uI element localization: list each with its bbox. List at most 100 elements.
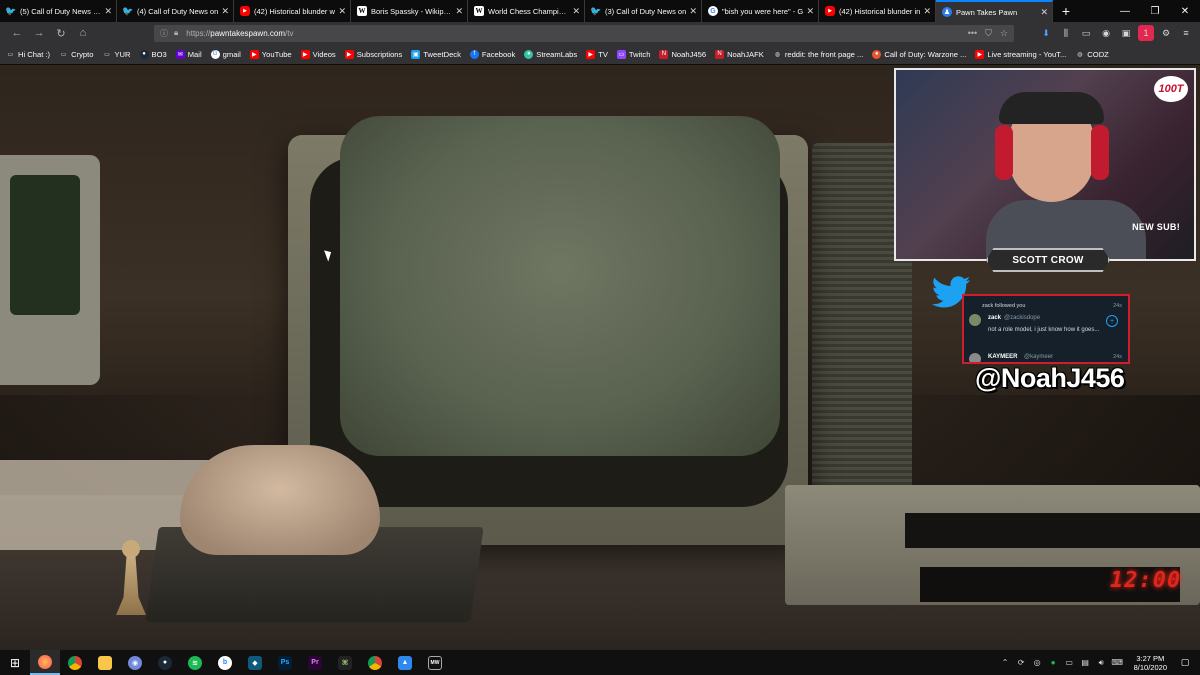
- bookmark-videos[interactable]: ▶ Videos: [300, 49, 336, 59]
- pocket-icon[interactable]: ⛉: [985, 28, 992, 39]
- bookmark-tweetdeck[interactable]: ▣ TweetDeck: [411, 49, 461, 59]
- tv-screen[interactable]: [340, 116, 780, 456]
- chevron-up-icon[interactable]: ⌃: [1000, 657, 1011, 668]
- bookmark-tv[interactable]: ▶ TV: [586, 49, 608, 59]
- tab-world-chess-champions[interactable]: W World Chess Champions ✕: [468, 0, 585, 22]
- globe-icon: ◍: [774, 51, 780, 58]
- minimize-icon[interactable]: —: [1110, 0, 1140, 22]
- folder-icon: ▭: [104, 51, 110, 58]
- bookmark-noahj456[interactable]: N NoahJ456: [659, 49, 706, 59]
- info-icon[interactable]: ⓘ: [160, 28, 168, 39]
- close-icon[interactable]: ✕: [338, 6, 346, 17]
- tab-title: (4) Call of Duty News on: [137, 6, 219, 16]
- extension-icon[interactable]: ▣: [1118, 25, 1134, 41]
- twitch-icon: ▭: [616, 49, 626, 59]
- extension-badge-icon[interactable]: 1: [1138, 25, 1154, 41]
- taskbar-chrome[interactable]: [60, 650, 90, 675]
- taskbar-discord[interactable]: ◉: [120, 650, 150, 675]
- bookmark-yur[interactable]: ▭ YUR: [102, 50, 130, 59]
- bookmark-live-streaming[interactable]: ▶ Live streaming - YouT...: [975, 49, 1066, 59]
- bookmark-mail[interactable]: ✉ Mail: [175, 49, 202, 59]
- new-tab-button[interactable]: +: [1053, 0, 1079, 22]
- taskbar-steam[interactable]: ●: [150, 650, 180, 675]
- lock-icon[interactable]: 🔒︎: [174, 28, 178, 38]
- download-icon[interactable]: ⬇: [1038, 25, 1054, 41]
- close-icon[interactable]: ✕: [455, 6, 463, 17]
- taskbar-firefox[interactable]: [30, 650, 60, 675]
- bookmark-twitch[interactable]: ▭ Twitch: [616, 49, 650, 59]
- address-bar[interactable]: ⓘ 🔒︎ https://pawntakespawn.com/tv ••• ⛉ …: [154, 24, 1014, 42]
- google-icon: G: [708, 6, 718, 16]
- taskbar-battlenet[interactable]: b: [210, 650, 240, 675]
- network-icon[interactable]: ▤: [1080, 657, 1091, 668]
- taskbar-file-explorer[interactable]: [90, 650, 120, 675]
- bookmark-facebook[interactable]: f Facebook: [469, 49, 515, 59]
- volume-icon[interactable]: 🔊︎: [1096, 657, 1107, 668]
- battery-icon[interactable]: ▭: [1064, 657, 1075, 668]
- keyboard-icon[interactable]: ⌨: [1111, 657, 1123, 668]
- windows-start-button[interactable]: ⊞: [0, 650, 30, 675]
- extension-icon[interactable]: ⚙: [1158, 25, 1174, 41]
- home-icon[interactable]: ⌂: [72, 24, 94, 42]
- tab-boris-spassky[interactable]: W Boris Spassky - Wikipedia ✕: [351, 0, 468, 22]
- channel-icon: N: [715, 49, 725, 59]
- spotify-icon: ≋: [188, 655, 202, 670]
- spotify-tray-icon[interactable]: ●: [1048, 657, 1059, 668]
- sync-icon[interactable]: ⟳: [1016, 657, 1027, 668]
- bookmark-hi-chat[interactable]: ▭ Hi Chat :): [6, 50, 50, 59]
- bookmark-codz[interactable]: ◍ CODZ: [1075, 50, 1109, 59]
- tab-cod-news-2[interactable]: 🐦 (4) Call of Duty News on ✕: [117, 0, 234, 22]
- bookmark-gmail[interactable]: Ggmail: [210, 49, 241, 59]
- taskbar-chrome-alt[interactable]: [360, 650, 390, 675]
- pawn-icon: ♟: [942, 7, 952, 17]
- bookmark-reddit[interactable]: ◍ reddit: the front page ...: [773, 50, 864, 59]
- tab-cod-news-3[interactable]: 🐦 (3) Call of Duty News on ✕: [585, 0, 702, 22]
- page-actions-icon[interactable]: •••: [968, 28, 977, 39]
- bookmark-star-icon[interactable]: ☆: [1000, 28, 1008, 39]
- close-window-icon[interactable]: ✕: [1170, 0, 1200, 22]
- close-icon[interactable]: ✕: [806, 6, 814, 17]
- back-icon[interactable]: ←: [6, 24, 28, 42]
- close-icon[interactable]: ✕: [689, 6, 697, 17]
- close-icon[interactable]: ✕: [104, 6, 112, 17]
- tab-historical-blunder-2[interactable]: ▶ (42) Historical blunder in ✕: [819, 0, 936, 22]
- taskbar-photos[interactable]: ▲: [390, 650, 420, 675]
- bookmark-warzone[interactable]: ● Call of Duty: Warzone ...: [872, 49, 966, 59]
- telephone-handset[interactable]: [180, 445, 380, 555]
- taskbar-media-app[interactable]: ◆: [240, 650, 270, 675]
- sidebar-icon[interactable]: ▭: [1078, 25, 1094, 41]
- bookmark-youtube[interactable]: ▶ YouTube: [249, 49, 292, 59]
- maximize-icon[interactable]: ❐: [1140, 0, 1170, 22]
- tab-pawn-takes-pawn[interactable]: ♟ Pawn Takes Pawn ✕: [936, 0, 1053, 22]
- reload-icon[interactable]: ↻: [50, 24, 72, 42]
- bookmark-noahjafk[interactable]: N NoahJAFK: [715, 49, 764, 59]
- url-text[interactable]: https://pawntakespawn.com/tv: [186, 29, 293, 38]
- library-icon[interactable]: ⫼: [1058, 25, 1074, 41]
- menu-icon[interactable]: ≡: [1178, 25, 1194, 41]
- close-icon[interactable]: ✕: [572, 6, 580, 17]
- taskbar-spotify[interactable]: ≋: [180, 650, 210, 675]
- taskbar-photoshop[interactable]: Ps: [270, 650, 300, 675]
- tab-historical-blunder-1[interactable]: ▶ (42) Historical blunder w ✕: [234, 0, 351, 22]
- bookmark-crypto[interactable]: ▭ Crypto: [59, 49, 94, 59]
- forward-icon[interactable]: →: [28, 24, 50, 42]
- bookmark-streamlabs[interactable]: ● StreamLabs: [524, 49, 577, 59]
- tab-cod-news-1[interactable]: 🐦 (5) Call of Duty News (@ ✕: [0, 0, 117, 22]
- bookmark-bo3[interactable]: ● BO3: [139, 49, 167, 59]
- bookmark-label: Crypto: [71, 49, 94, 59]
- url-prefix: https://: [186, 28, 211, 38]
- system-clock[interactable]: 3:27 PM 8/10/2020: [1134, 654, 1167, 672]
- chrome-tray-icon[interactable]: ◎: [1032, 657, 1043, 668]
- bookmark-subscriptions[interactable]: ▶ Subscriptions: [344, 49, 402, 59]
- steam-icon: ●: [139, 49, 149, 59]
- taskbar-modern-warfare[interactable]: MW: [420, 650, 450, 675]
- taskbar-game-app[interactable]: ⌘: [330, 650, 360, 675]
- close-icon[interactable]: ✕: [1040, 7, 1048, 18]
- close-icon[interactable]: ✕: [221, 6, 229, 17]
- taskbar-premiere[interactable]: Pr: [300, 650, 330, 675]
- tab-google-search[interactable]: G "bish you were here" - G ✕: [702, 0, 819, 22]
- account-icon[interactable]: ◉: [1098, 25, 1114, 41]
- notification-center-icon[interactable]: ▢: [1178, 656, 1192, 670]
- close-icon[interactable]: ✕: [923, 6, 931, 17]
- tweet-time: 24s: [1113, 354, 1122, 360]
